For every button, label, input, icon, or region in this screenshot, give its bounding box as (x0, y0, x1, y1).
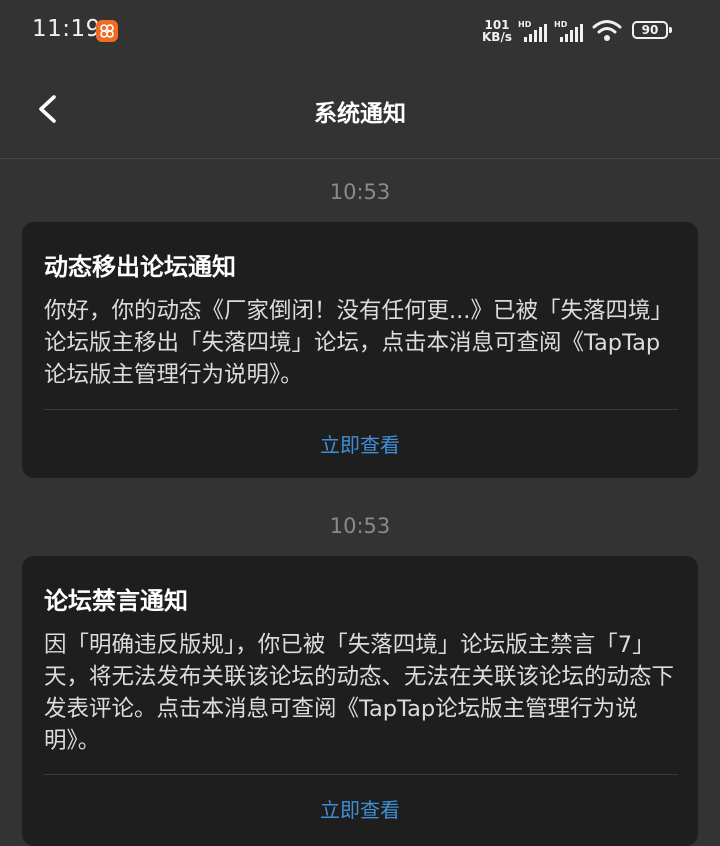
status-bar: 11:19 101 KB/s HD HD 90 (0, 0, 720, 64)
view-now-button[interactable]: 立即查看 (22, 429, 698, 458)
network-speed: 101 KB/s (480, 19, 514, 43)
card-divider (44, 774, 678, 775)
notification-timestamp: 10:53 (329, 180, 391, 204)
notification-title: 动态移出论坛通知 (44, 253, 236, 281)
notification-body: 因「明确违反版规」，你已被「失落四境」论坛版主禁言「7」天，将无法发布关联该论坛… (44, 632, 675, 754)
notification-card[interactable]: 动态移出论坛通知 你好，你的动态《厂家倒闭！没有任何更...》已被「失落四境」论… (22, 222, 698, 478)
card-divider (44, 409, 678, 410)
notification-body: 你好，你的动态《厂家倒闭！没有任何更...》已被「失落四境」论坛版主移出「失落四… (44, 298, 673, 388)
network-speed-unit: KB/s (482, 30, 512, 44)
signal-strength-icon (560, 24, 583, 42)
nav-bar: 系统通知 (0, 64, 720, 159)
notification-timestamp: 10:53 (329, 514, 391, 538)
wifi-icon (592, 20, 622, 41)
page-title: 系统通知 (314, 101, 406, 127)
status-time: 11:19 (32, 16, 101, 42)
signal-2: HD (554, 20, 584, 42)
signal-1: HD (518, 20, 548, 42)
notification-title: 论坛禁言通知 (44, 587, 188, 615)
signal-strength-icon (524, 24, 547, 42)
view-now-button[interactable]: 立即查看 (22, 794, 698, 823)
battery-icon: 90 (632, 21, 672, 39)
notification-card[interactable]: 论坛禁言通知 因「明确违反版规」，你已被「失落四境」论坛版主禁言「7」天，将无法… (22, 556, 698, 846)
app-badge-icon (96, 20, 118, 42)
